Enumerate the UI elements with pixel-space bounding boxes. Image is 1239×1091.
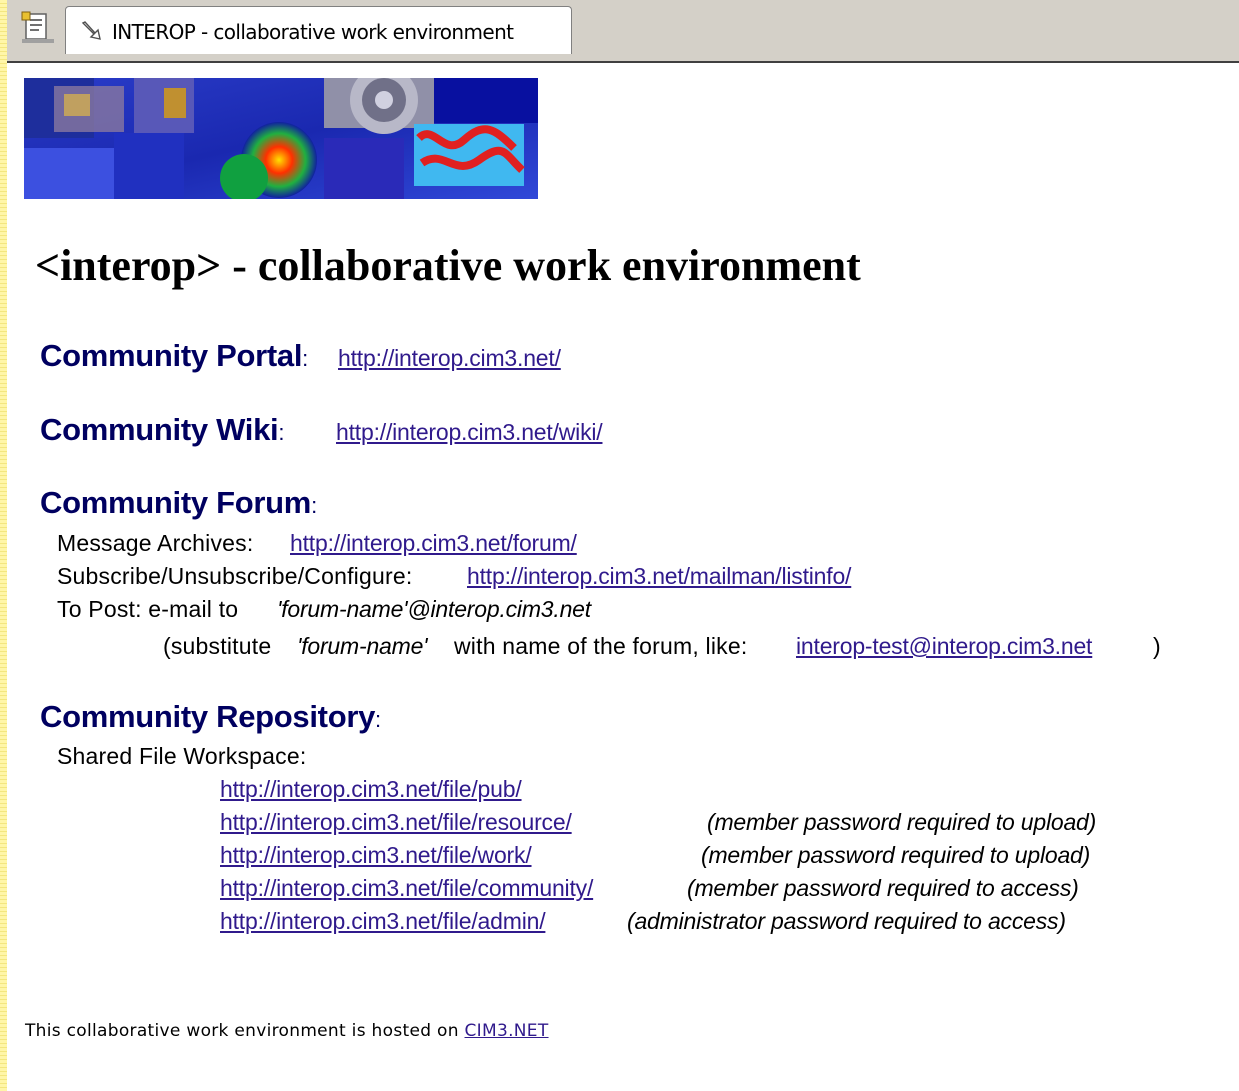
left-edge-strip bbox=[0, 0, 7, 1091]
repo-link-community[interactable]: http://interop.cim3.net/file/community/ bbox=[220, 875, 593, 902]
repo-note-admin: (administrator password required to acce… bbox=[627, 908, 1066, 934]
workspace-label: Shared File Workspace: bbox=[57, 743, 307, 769]
wiki-colon: : bbox=[278, 420, 285, 445]
repo-link-pub[interactable]: http://interop.cim3.net/file/pub/ bbox=[220, 776, 522, 803]
repo-link-resource[interactable]: http://interop.cim3.net/file/resource/ bbox=[220, 809, 572, 836]
repository-heading: Community Repository: bbox=[40, 699, 381, 735]
repo-note-community: (member password required to access) bbox=[687, 875, 1079, 901]
substitute-prefix: (substitute bbox=[163, 633, 272, 659]
substitute-close: ) bbox=[1153, 633, 1161, 659]
repo-link-admin[interactable]: http://interop.cim3.net/file/admin/ bbox=[220, 908, 546, 935]
footer: This collaborative work environment is h… bbox=[25, 1021, 549, 1041]
example-email-link[interactable]: interop-test@interop.cim3.net bbox=[796, 633, 1092, 660]
forum-colon: : bbox=[311, 493, 317, 518]
post-address: 'forum-name'@interop.cim3.net bbox=[277, 596, 591, 622]
forum-heading-text: Community Forum bbox=[40, 485, 312, 520]
tab-interop[interactable]: INTEROP - collaborative work environment bbox=[65, 6, 572, 54]
to-post-label: To Post: e-mail to bbox=[57, 596, 239, 622]
portal-colon: : bbox=[302, 346, 308, 371]
message-archives-label: Message Archives: bbox=[57, 530, 254, 556]
message-archives-link[interactable]: http://interop.cim3.net/forum/ bbox=[290, 530, 577, 557]
subscribe-label: Subscribe/Unsubscribe/Configure: bbox=[57, 563, 413, 589]
portal-heading-text: Community Portal bbox=[40, 338, 303, 373]
subscribe-link[interactable]: http://interop.cim3.net/mailman/listinfo… bbox=[467, 563, 851, 590]
wiki-link[interactable]: http://interop.cim3.net/wiki/ bbox=[336, 419, 603, 446]
repository-colon: : bbox=[375, 707, 381, 732]
browser-tab-bar: INTEROP - collaborative work environment bbox=[7, 0, 1239, 63]
substitute-forum-name: 'forum-name' bbox=[297, 633, 428, 659]
repository-heading-text: Community Repository bbox=[40, 699, 376, 734]
portal-link[interactable]: http://interop.cim3.net/ bbox=[338, 345, 561, 372]
tab-title: INTEROP - collaborative work environment bbox=[112, 20, 514, 44]
wiki-heading: Community Wiki: bbox=[40, 412, 284, 448]
footer-text: This collaborative work environment is h… bbox=[25, 1021, 459, 1041]
portal-heading: Community Portal: bbox=[40, 338, 308, 374]
substitute-middle: with name of the forum, like: bbox=[454, 633, 748, 659]
footer-cim3-link[interactable]: CIM3.NET bbox=[465, 1021, 549, 1041]
repo-note-resource: (member password required to upload) bbox=[707, 809, 1097, 835]
banner-image bbox=[24, 78, 538, 199]
wiki-heading-text: Community Wiki bbox=[40, 412, 279, 447]
repo-note-work: (member password required to upload) bbox=[701, 842, 1091, 868]
forum-heading: Community Forum: bbox=[40, 485, 317, 521]
document-page-icon[interactable] bbox=[19, 10, 57, 46]
link-page-icon bbox=[80, 19, 104, 43]
repo-link-work[interactable]: http://interop.cim3.net/file/work/ bbox=[220, 842, 532, 869]
page-title: <interop> - collaborative work environme… bbox=[35, 241, 861, 290]
